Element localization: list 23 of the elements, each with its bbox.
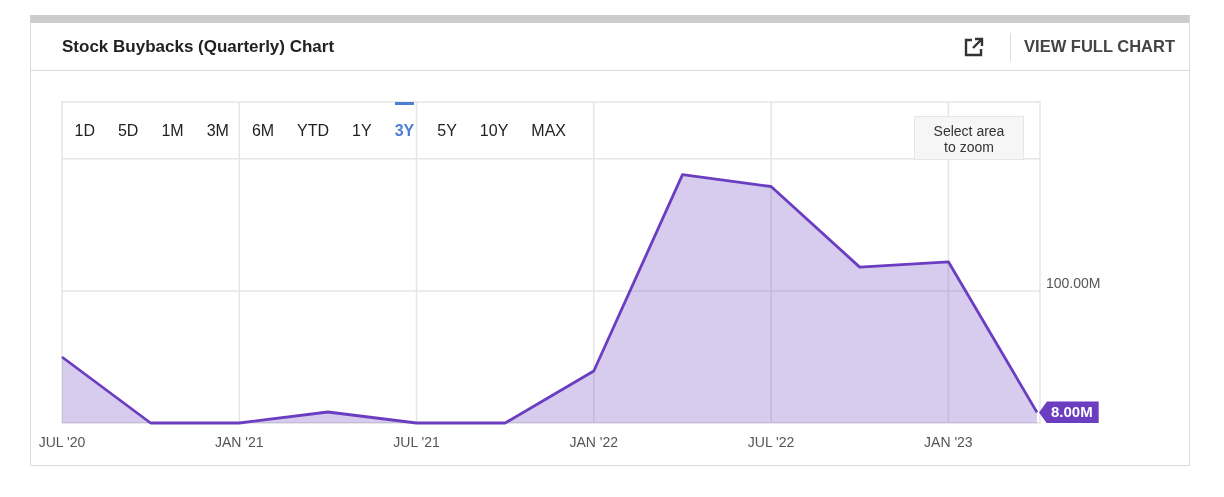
range-tab[interactable]: MAX: [531, 102, 566, 146]
range-tab[interactable]: 5Y: [437, 102, 457, 146]
range-tab[interactable]: 3M: [206, 102, 229, 146]
range-tab[interactable]: YTD: [297, 102, 330, 146]
range-tab[interactable]: 6M: [251, 102, 275, 146]
view-full-chart-link[interactable]: VIEW FULL CHART: [1024, 37, 1175, 56]
x-axis-label: JUL '21: [393, 434, 440, 450]
x-axis-label: JAN '21: [215, 434, 264, 450]
external-link-icon[interactable]: [963, 35, 986, 58]
range-tab[interactable]: 1D: [74, 102, 95, 146]
range-tab[interactable]: 5D: [117, 102, 139, 146]
zoom-hint: Select area to zoom: [914, 116, 1024, 160]
card-title: Stock Buybacks (Quarterly) Chart: [62, 36, 335, 57]
range-tab[interactable]: 1M: [161, 102, 184, 146]
x-axis-label: JUL '20: [38, 434, 86, 450]
last-value-badge: 8.00M: [1039, 401, 1099, 424]
x-axis-label: JAN '22: [569, 434, 619, 450]
x-axis-label: JAN '23: [924, 434, 973, 450]
y-axis-label: 100.00M: [1046, 274, 1101, 291]
range-tab[interactable]: 10Y: [479, 102, 509, 146]
range-tab[interactable]: 1Y: [352, 102, 372, 146]
x-axis-label: JUL '22: [747, 434, 795, 450]
range-tab[interactable]: 3Y: [394, 102, 415, 146]
